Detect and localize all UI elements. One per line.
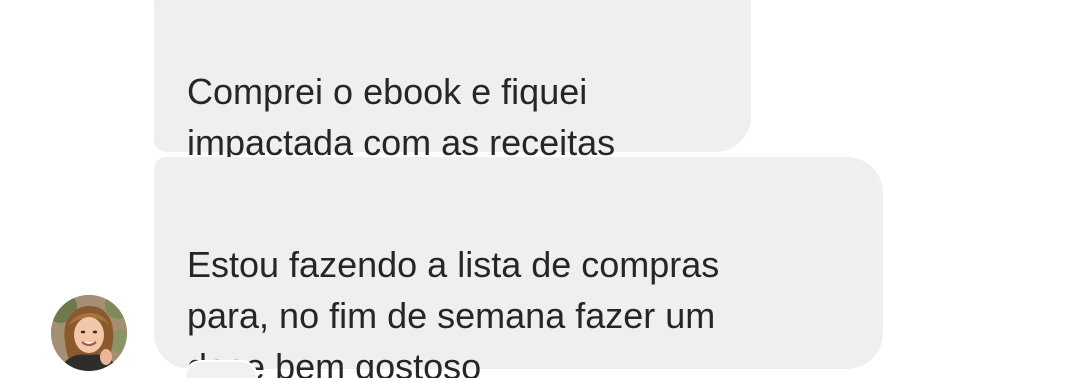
avatar-photo-icon <box>51 295 127 371</box>
avatar[interactable] <box>51 295 127 371</box>
message-bubble[interactable]: Comprei o ebook e fiquei impactada com a… <box>154 0 751 163</box>
chat-thread: Comprei o ebook e fiquei impactada com a… <box>0 0 1070 378</box>
message-bubble[interactable]: Estou fazendo a lista de compras para, n… <box>154 157 883 378</box>
reaction-badge[interactable] <box>186 362 256 378</box>
message-text: Estou fazendo a lista de compras para, n… <box>187 244 720 378</box>
message-text: Comprei o ebook e fiquei impactada com a… <box>187 71 616 163</box>
